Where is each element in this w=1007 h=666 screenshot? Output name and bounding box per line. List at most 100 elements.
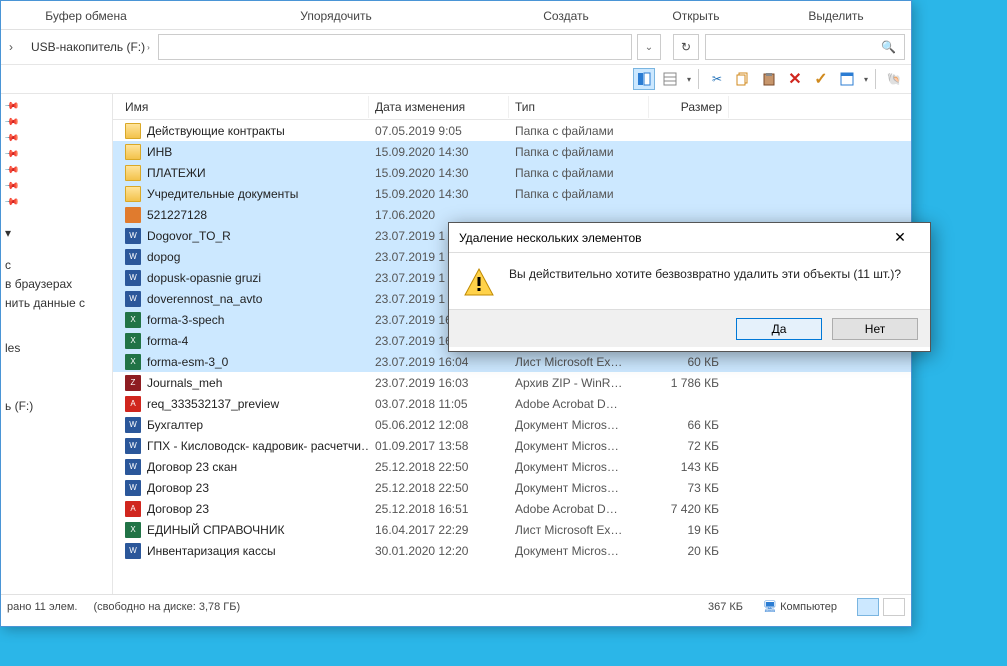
view-details-toggle[interactable] — [857, 598, 879, 616]
word-icon: W — [125, 228, 141, 244]
status-bar: рано 11 элем. (свободно на диске: 3,78 Г… — [1, 594, 911, 618]
file-list[interactable]: Действующие контракты07.05.2019 9:05Папк… — [113, 120, 911, 594]
word-icon: W — [125, 480, 141, 496]
pdf-icon: A — [125, 501, 141, 517]
file-size: 72 КБ — [649, 439, 729, 453]
scissors-icon: ✂ — [712, 72, 722, 86]
file-row[interactable]: WДоговор 23 скан25.12.2018 22:50Документ… — [113, 456, 911, 477]
quick-access-item[interactable]: 📌 — [5, 148, 110, 161]
refresh-icon: ↻ — [681, 40, 691, 54]
file-type: Лист Microsoft Ex… — [509, 523, 649, 537]
file-date: 01.09.2017 13:58 — [369, 439, 509, 453]
file-size: 143 КБ — [649, 460, 729, 474]
file-date: 03.07.2018 11:05 — [369, 397, 509, 411]
quick-access-item[interactable]: 📌 — [5, 196, 110, 209]
sidebar-item-les[interactable]: les — [5, 340, 110, 356]
file-date: 23.07.2019 16:04 — [369, 355, 509, 369]
ribbon-section-labels: Буфер обмена Упорядочить Создать Открыть… — [1, 1, 911, 30]
file-row[interactable]: WИнвентаризация кассы30.01.2020 12:20Док… — [113, 540, 911, 561]
file-row[interactable]: Xforma-esm-3_023.07.2019 16:04Лист Micro… — [113, 351, 911, 372]
excel-icon: X — [125, 312, 141, 328]
file-row[interactable]: WБухгалтер05.06.2012 12:08Документ Micro… — [113, 414, 911, 435]
view-icons-toggle[interactable] — [883, 598, 905, 616]
dialog-close-button[interactable]: ✕ — [880, 225, 920, 251]
cut-button[interactable]: ✂ — [706, 68, 728, 90]
breadcrumb-chevron-icon[interactable]: › — [3, 40, 17, 54]
file-date: 25.12.2018 22:50 — [369, 481, 509, 495]
shell-button[interactable]: 🐚 — [883, 68, 905, 90]
file-size: 66 КБ — [649, 418, 729, 432]
file-row[interactable]: WДоговор 2325.12.2018 22:50Документ Micr… — [113, 477, 911, 498]
file-size: 60 КБ — [649, 355, 729, 369]
col-header-type[interactable]: Тип — [509, 96, 649, 118]
quick-access-item[interactable]: 📌 — [5, 180, 110, 193]
file-row[interactable]: Areq_333532137_preview03.07.2018 11:05Ad… — [113, 393, 911, 414]
clipboard-icon — [762, 72, 776, 86]
refresh-button[interactable]: ↻ — [673, 34, 699, 60]
file-date: 17.06.2020 — [369, 208, 509, 222]
address-dropdown-button[interactable]: ⌄ — [637, 34, 661, 60]
yes-button[interactable]: Да — [736, 318, 822, 340]
file-name: ЕДИНЫЙ СПРАВОЧНИК — [147, 523, 284, 537]
delete-button[interactable]: ✕ — [784, 68, 806, 90]
file-name: ПЛАТЕЖИ — [147, 166, 206, 180]
file-row[interactable]: ПЛАТЕЖИ15.09.2020 14:30Папка с файлами — [113, 162, 911, 183]
view-dropdown-icon[interactable]: ▾ — [687, 75, 691, 84]
address-bar[interactable] — [158, 34, 632, 60]
status-location-text: Компьютер — [780, 601, 837, 613]
file-row[interactable]: AДоговор 2325.12.2018 16:51Adobe Acrobat… — [113, 498, 911, 519]
view-mode-toggles — [857, 598, 905, 616]
delete-x-icon: ✕ — [788, 69, 801, 89]
sidebar-item[interactable]: с — [5, 257, 110, 273]
file-row[interactable]: WГПХ - Кисловодск- кадровик- расчетчи…01… — [113, 435, 911, 456]
file-type: Adobe Acrobat D… — [509, 397, 649, 411]
excel-icon: X — [125, 522, 141, 538]
quick-access-item[interactable]: 📌 — [5, 116, 110, 129]
sidebar-item[interactable]: ▾ — [5, 225, 110, 241]
shell-icon: 🐚 — [887, 72, 902, 86]
file-name: dopog — [147, 250, 180, 264]
file-type: Папка с файлами — [509, 187, 649, 201]
view-list-button[interactable] — [633, 68, 655, 90]
file-size: 19 КБ — [649, 523, 729, 537]
file-row[interactable]: ZJournals_meh23.07.2019 16:03Архив ZIP -… — [113, 372, 911, 393]
quick-access-item[interactable]: 📌 — [5, 164, 110, 177]
pin-icon: 📌 — [5, 100, 20, 113]
quick-access-item[interactable]: 📌 — [5, 132, 110, 145]
file-row[interactable]: Учредительные документы15.09.2020 14:30П… — [113, 183, 911, 204]
properties-button[interactable] — [836, 68, 858, 90]
file-name: req_333532137_preview — [147, 397, 279, 411]
col-header-date[interactable]: Дата изменения — [369, 96, 509, 118]
delete-confirm-dialog: Удаление нескольких элементов ✕ Вы дейст… — [448, 222, 931, 352]
sidebar-item-drive[interactable]: ь (F:) — [5, 398, 110, 414]
folder-icon — [125, 144, 141, 160]
file-row[interactable]: ИНВ15.09.2020 14:30Папка с файлами — [113, 141, 911, 162]
file-row[interactable]: Действующие контракты07.05.2019 9:05Папк… — [113, 120, 911, 141]
sidebar-item-browsers[interactable]: в браузерах — [5, 276, 110, 292]
paste-button[interactable] — [758, 68, 780, 90]
copy-icon — [736, 72, 750, 86]
col-header-name[interactable]: Имя — [119, 96, 369, 118]
list-view-icon — [637, 72, 651, 86]
view-details-button[interactable] — [659, 68, 681, 90]
sidebar-item-data[interactable]: нить данные с — [5, 295, 110, 311]
no-button[interactable]: Нет — [832, 318, 918, 340]
address-bar-row: › USB-накопитель (F:) › ⌄ ↻ 🔍 — [1, 30, 911, 64]
chevron-right-icon: › — [147, 43, 150, 52]
quick-access-item[interactable]: 📌 — [5, 100, 110, 113]
file-name: ГПХ - Кисловодск- кадровик- расчетчи… — [147, 439, 369, 453]
pin-icon: 📌 — [5, 132, 20, 145]
file-row[interactable]: X ЕДИНЫЙ СПРАВОЧНИК 16.04.2017 22:29Лист M… — [113, 519, 911, 540]
copy-button[interactable] — [732, 68, 754, 90]
col-header-size[interactable]: Размер — [649, 96, 729, 118]
confirm-button[interactable]: ✓ — [810, 68, 832, 90]
file-date: 16.04.2017 22:29 — [369, 523, 509, 537]
breadcrumb-current[interactable]: USB-накопитель (F:) › — [23, 34, 154, 60]
word-icon: W — [125, 459, 141, 475]
props-dropdown-icon[interactable]: ▾ — [864, 75, 868, 84]
search-input[interactable]: 🔍 — [705, 34, 905, 60]
file-name: forma-4 — [147, 334, 188, 348]
file-date: 07.05.2019 9:05 — [369, 124, 509, 138]
computer-icon: 🖥 — [763, 601, 777, 613]
dialog-titlebar: Удаление нескольких элементов ✕ — [449, 223, 930, 253]
